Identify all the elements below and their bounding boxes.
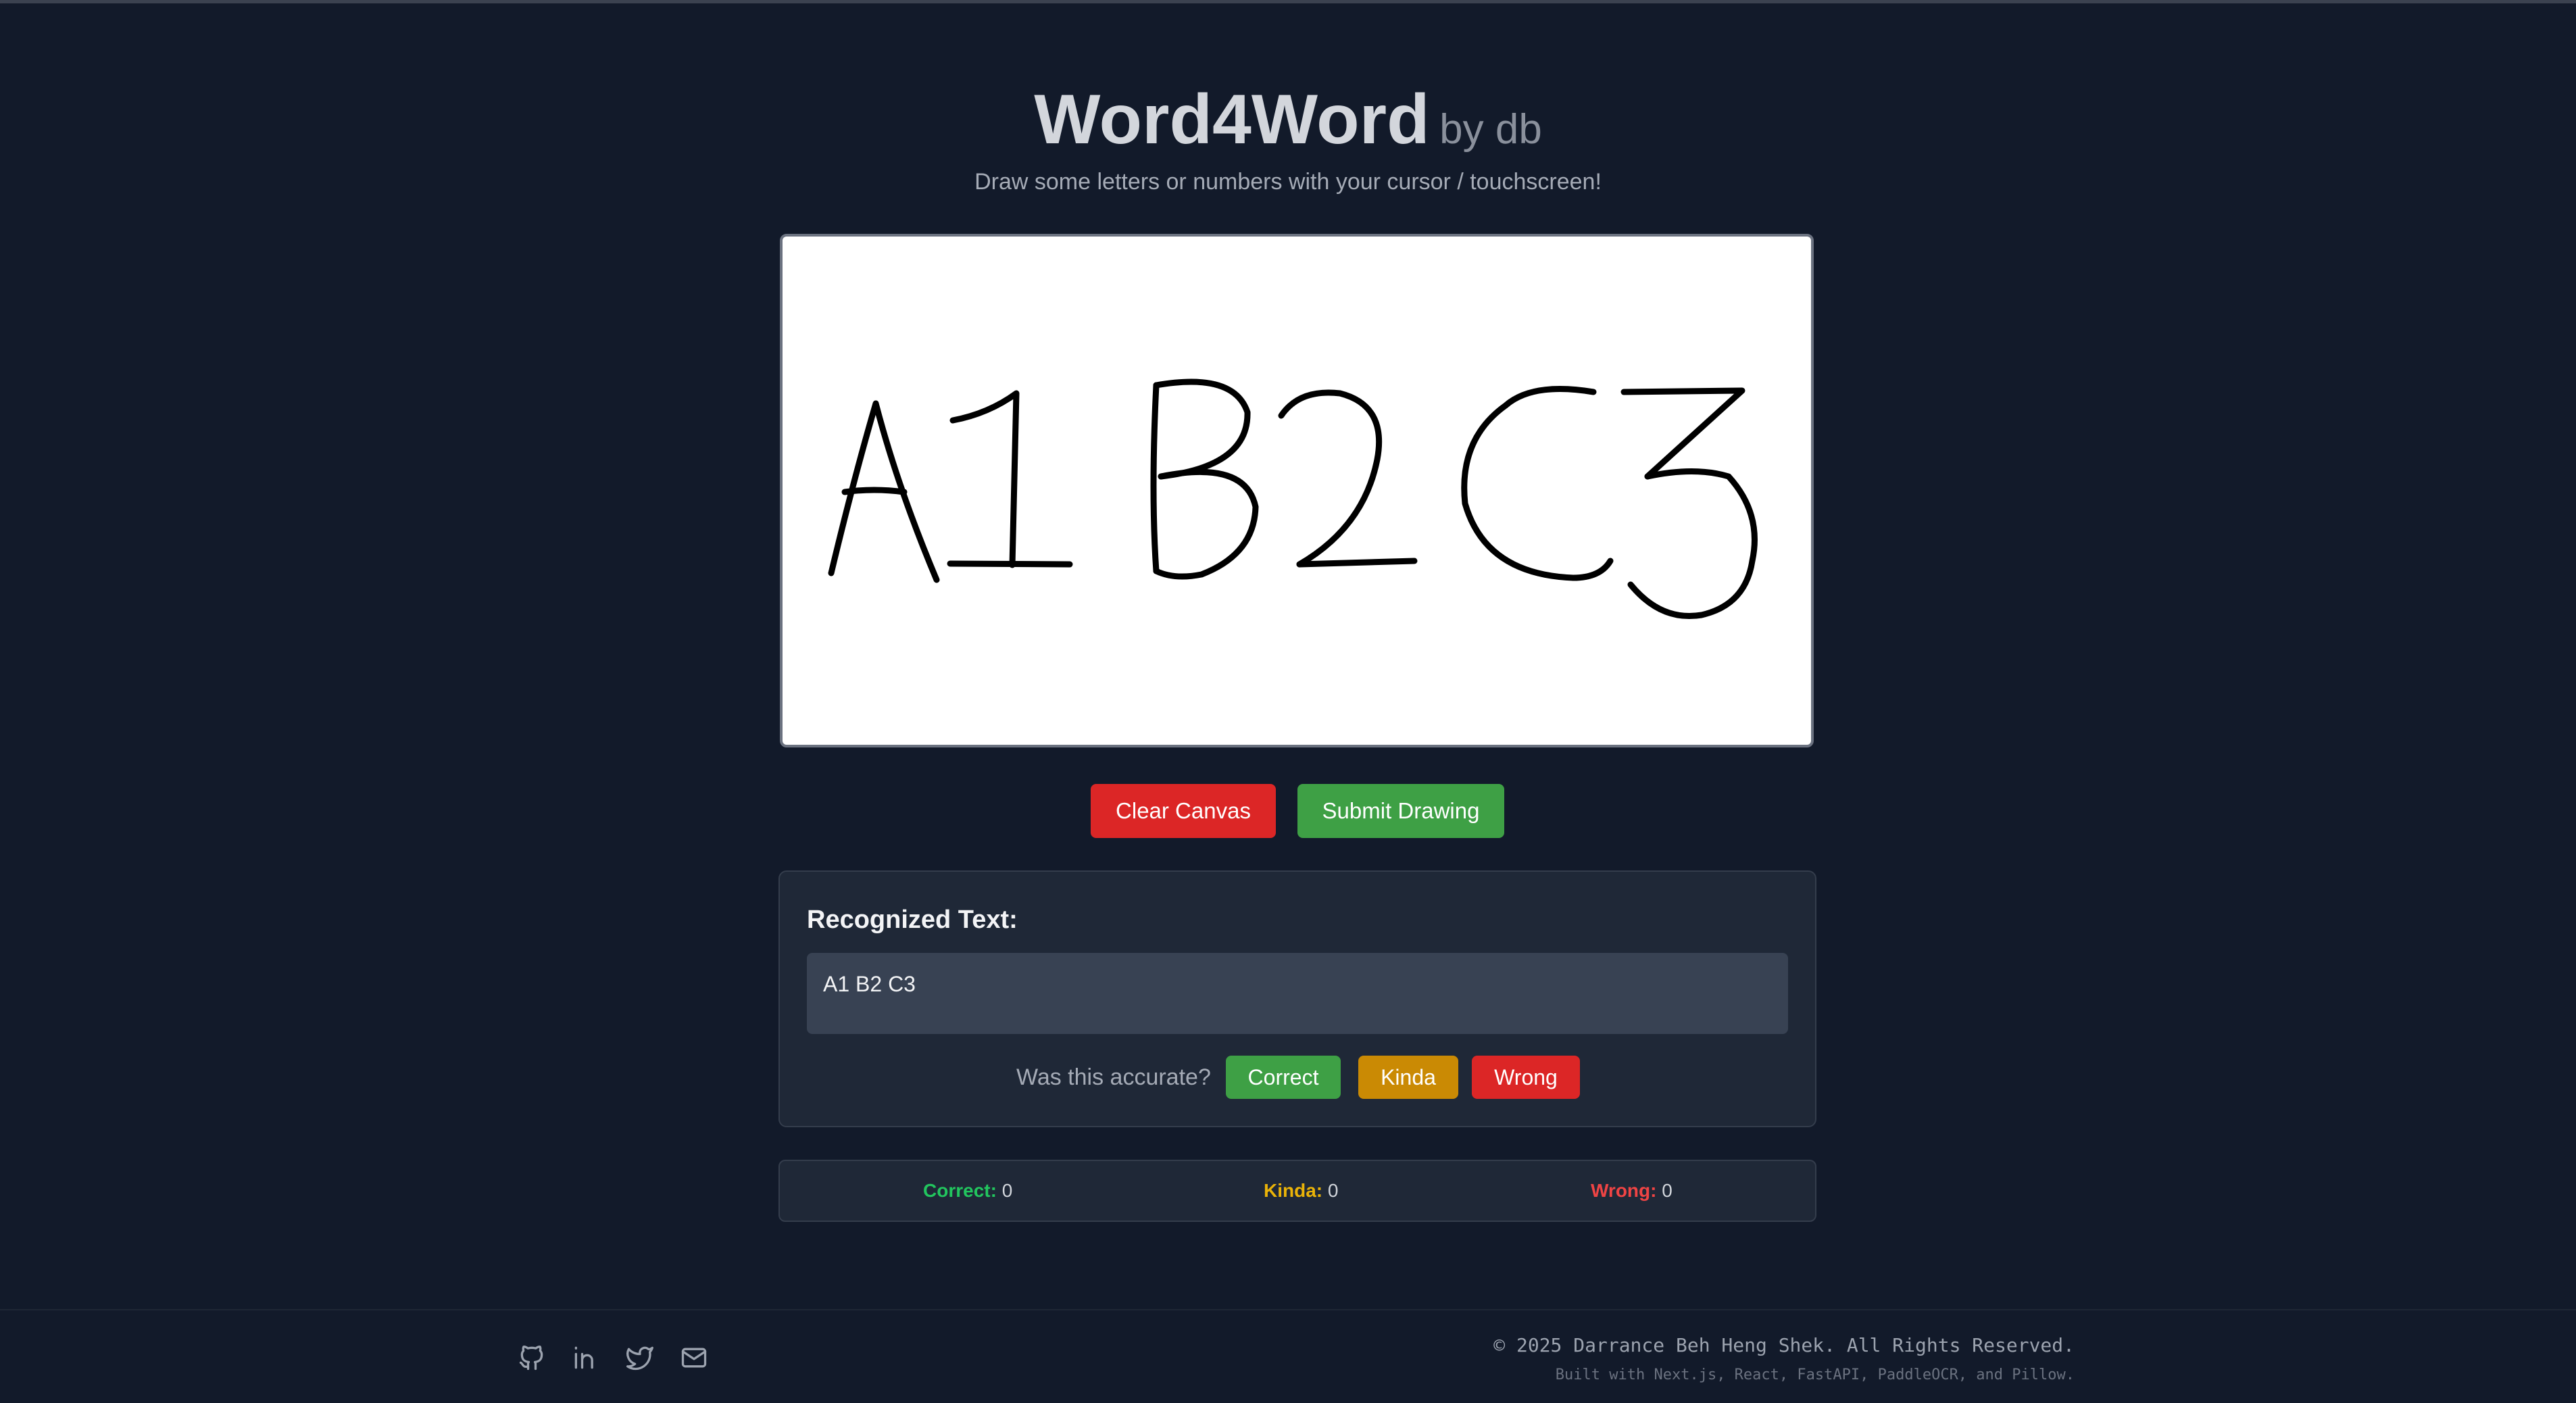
recognized-text: A1 B2 C3 bbox=[823, 972, 916, 996]
twitter-icon[interactable] bbox=[625, 1343, 655, 1373]
stat-wrong-label: Wrong: bbox=[1591, 1180, 1657, 1201]
wrong-button[interactable]: Wrong bbox=[1472, 1056, 1580, 1099]
stat-kinda-value: 0 bbox=[1327, 1180, 1339, 1201]
page-header: Word4Word by db bbox=[0, 80, 2576, 160]
page-title: Word4Word bbox=[1034, 80, 1430, 159]
submit-drawing-button[interactable]: Submit Drawing bbox=[1297, 784, 1504, 838]
kinda-button[interactable]: Kinda bbox=[1358, 1056, 1458, 1099]
page-subtitle: Draw some letters or numbers with your c… bbox=[974, 169, 1602, 195]
mail-icon[interactable] bbox=[679, 1343, 709, 1373]
footer bbox=[0, 1309, 2576, 1403]
clear-canvas-button[interactable]: Clear Canvas bbox=[1091, 784, 1276, 838]
recognition-result-panel: Recognized Text: A1 B2 C3 Was this accur… bbox=[778, 870, 1816, 1127]
built-with-text: Built with Next.js, React, FastAPI, Padd… bbox=[1555, 1367, 2075, 1383]
stat-kinda-label: Kinda: bbox=[1264, 1180, 1323, 1201]
top-border bbox=[0, 0, 2576, 3]
stat-correct: Correct: 0 bbox=[923, 1180, 1012, 1202]
copyright-text: © 2025 Darrance Beh Heng Shek. All Right… bbox=[1493, 1334, 2075, 1356]
stats-panel: Correct: 0 Kinda: 0 Wrong: 0 bbox=[778, 1160, 1816, 1222]
stat-wrong: Wrong: 0 bbox=[1591, 1180, 1673, 1202]
correct-button[interactable]: Correct bbox=[1226, 1056, 1341, 1099]
stat-kinda: Kinda: 0 bbox=[1264, 1180, 1338, 1202]
github-icon[interactable] bbox=[517, 1343, 547, 1373]
handwritten-strokes bbox=[828, 378, 1758, 620]
accuracy-prompt: Was this accurate? bbox=[1016, 1064, 1211, 1090]
recognized-text-box: A1 B2 C3 bbox=[807, 953, 1788, 1034]
linkedin-icon[interactable] bbox=[571, 1343, 601, 1373]
stat-wrong-value: 0 bbox=[1662, 1180, 1673, 1201]
result-heading: Recognized Text: bbox=[807, 906, 1018, 934]
stat-correct-label: Correct: bbox=[923, 1180, 997, 1201]
byline: by db bbox=[1439, 106, 1542, 153]
stat-correct-value: 0 bbox=[1001, 1180, 1013, 1201]
drawing-canvas[interactable] bbox=[780, 234, 1814, 747]
